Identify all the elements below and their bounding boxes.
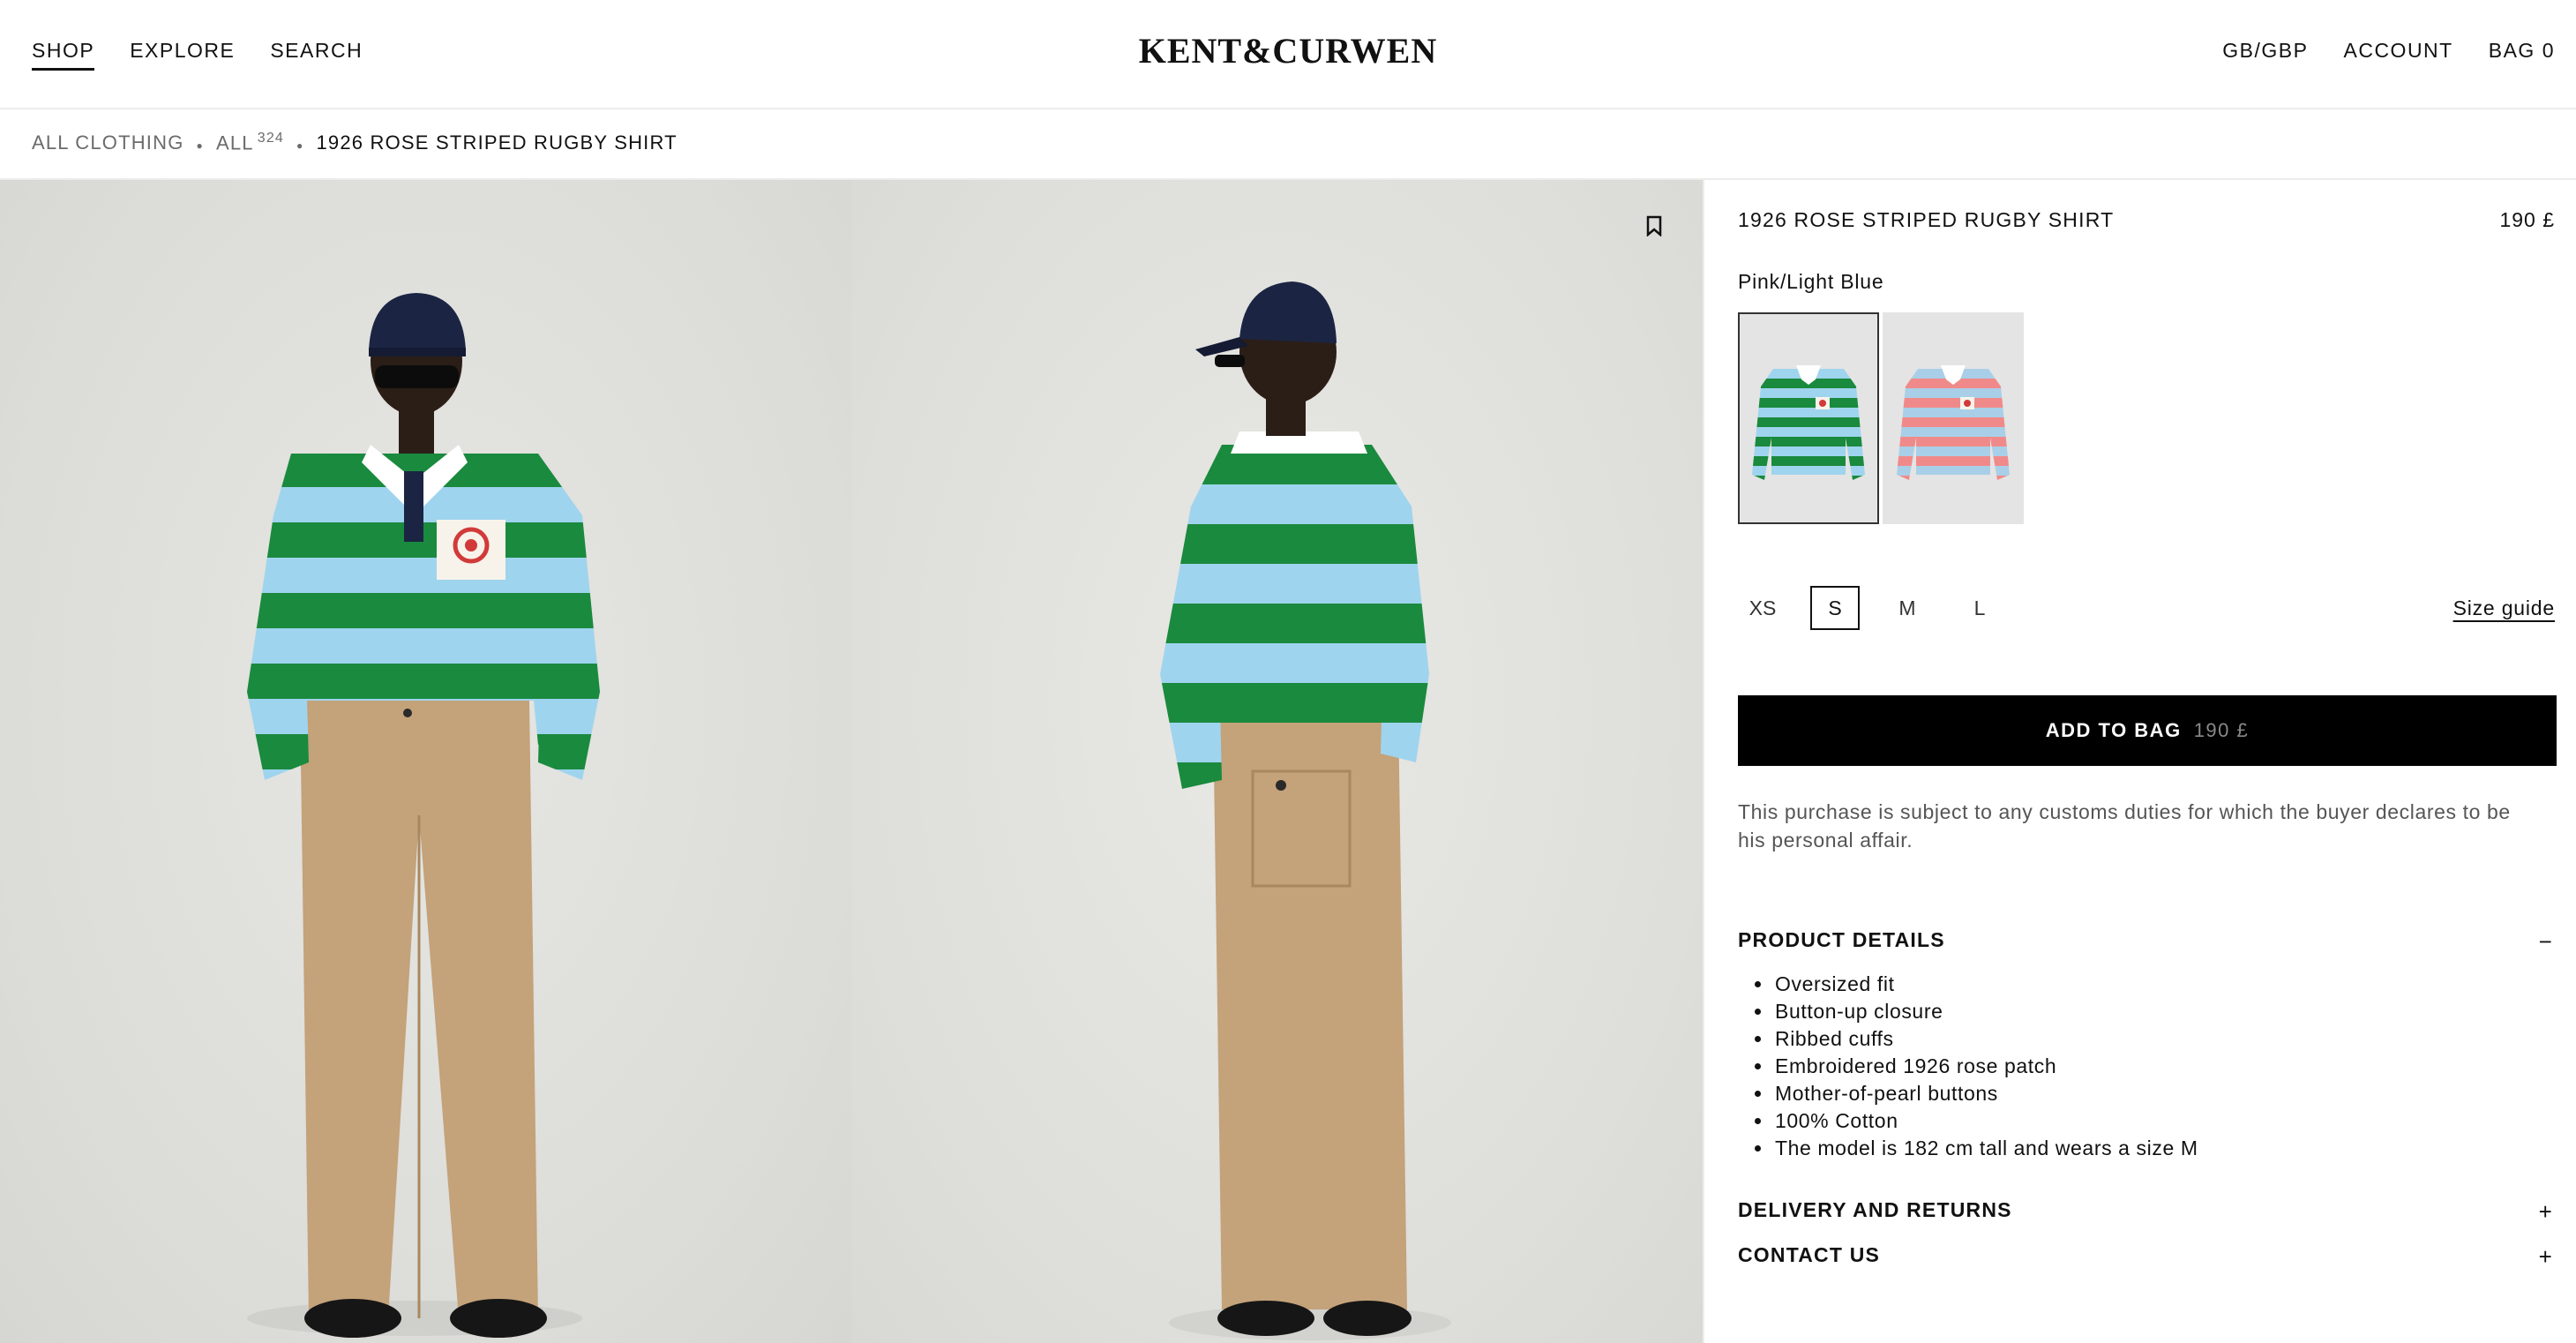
product-gallery — [0, 180, 1703, 1343]
utility-nav: GB/GBP ACCOUNT BAG 0 — [2222, 39, 2555, 63]
collapse-icon: − — [2538, 928, 2553, 955]
swatch-green-light-blue[interactable] — [1738, 312, 1879, 524]
product-details-toggle[interactable]: PRODUCT DETAILS − — [1738, 928, 2557, 956]
list-item: 100% Cotton — [1773, 1107, 2198, 1135]
logo-container: KENT&CURWEN — [0, 30, 2576, 71]
contact-us-title: CONTACT US — [1738, 1243, 1881, 1266]
list-item: Ribbed cuffs — [1773, 1025, 2198, 1053]
product-photo-front[interactable] — [0, 180, 851, 1343]
add-to-bag-price: 190 £ — [2193, 719, 2250, 741]
add-to-bag-button[interactable]: ADD TO BAG 190 £ — [1738, 695, 2557, 766]
breadcrumb-separator: ● — [196, 139, 204, 153]
breadcrumb-count: 324 — [257, 131, 285, 146]
expand-icon: + — [2538, 1243, 2553, 1270]
selected-color-label: Pink/Light Blue — [1738, 270, 1884, 293]
list-item: The model is 182 cm tall and wears a siz… — [1773, 1135, 2198, 1162]
size-selector: XS S M L — [1738, 586, 2004, 630]
color-swatches — [1738, 312, 2024, 524]
nav-bag[interactable]: BAG 0 — [2489, 39, 2555, 63]
product-price: 190 £ — [2499, 208, 2555, 231]
bookmark-icon[interactable] — [1646, 215, 1662, 236]
product-panel: 1926 ROSE STRIPED RUGBY SHIRT 190 £ Pink… — [1703, 180, 2576, 1343]
list-item: Button-up closure — [1773, 998, 2198, 1025]
product-details-title: PRODUCT DETAILS — [1738, 928, 1945, 951]
nav-shop[interactable]: SHOP — [32, 39, 95, 71]
size-guide-link[interactable]: Size guide — [2453, 596, 2555, 620]
delivery-returns-toggle[interactable]: DELIVERY AND RETURNS + — [1738, 1198, 2557, 1226]
breadcrumb-current: 1926 ROSE STRIPED RUGBY SHIRT — [316, 131, 678, 154]
size-xs[interactable]: XS — [1738, 586, 1787, 630]
breadcrumb-all-clothing[interactable]: ALL CLOTHING — [32, 131, 184, 154]
delivery-returns-title: DELIVERY AND RETURNS — [1738, 1198, 2012, 1221]
list-item: Mother-of-pearl buttons — [1773, 1080, 2198, 1107]
list-item: Embroidered 1926 rose patch — [1773, 1053, 2198, 1080]
model-front-illustration — [247, 293, 600, 1338]
nav-explore[interactable]: EXPLORE — [130, 39, 235, 71]
primary-nav: SHOP EXPLORE SEARCH — [32, 39, 363, 71]
contact-us-toggle[interactable]: CONTACT US + — [1738, 1243, 2557, 1271]
list-item: Oversized fit — [1773, 971, 2198, 998]
expand-icon: + — [2538, 1198, 2553, 1225]
customs-note: This purchase is subject to any customs … — [1738, 800, 2511, 852]
product-details-list: Oversized fit Button-up closure Ribbed c… — [1773, 971, 2198, 1162]
product-photo-back[interactable] — [851, 180, 1703, 1343]
size-l[interactable]: L — [1955, 586, 2004, 630]
brand-logo[interactable]: KENT&CURWEN — [1139, 31, 1438, 71]
nav-account[interactable]: ACCOUNT — [2344, 39, 2453, 63]
breadcrumb-separator: ● — [296, 139, 304, 153]
breadcrumb-all[interactable]: ALL 324 — [216, 131, 284, 154]
breadcrumb-all-label: ALL — [215, 131, 254, 154]
swatch-pink-shirt-thumbnail — [1897, 365, 2010, 480]
breadcrumb: ALL CLOTHING ● ALL 324 ● 1926 ROSE STRIPE… — [32, 131, 678, 154]
swatch-green-shirt-thumbnail — [1752, 365, 1865, 480]
product-title: 1926 ROSE STRIPED RUGBY SHIRT — [1738, 208, 2115, 231]
add-to-bag-label: ADD TO BAG — [2045, 719, 2182, 741]
swatch-pink-light-blue[interactable] — [1883, 312, 2024, 524]
size-s[interactable]: S — [1810, 586, 1860, 630]
site-header: SHOP EXPLORE SEARCH KENT&CURWEN GB/GBP A… — [0, 0, 2576, 109]
size-m[interactable]: M — [1883, 586, 1932, 630]
model-back-illustration — [1160, 281, 1451, 1340]
nav-search[interactable]: SEARCH — [270, 39, 363, 71]
nav-region[interactable]: GB/GBP — [2222, 39, 2308, 63]
